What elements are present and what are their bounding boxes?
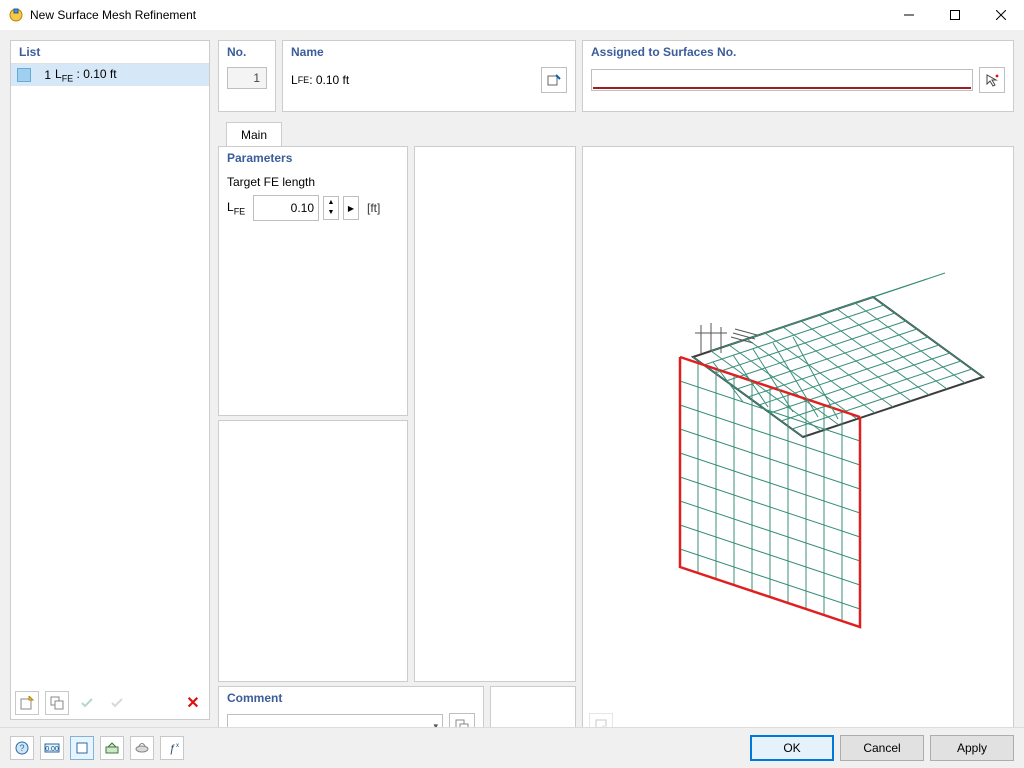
lfe-symbol: LFE bbox=[227, 200, 249, 216]
list-toolbar: ✕ bbox=[15, 691, 205, 715]
minimize-button[interactable] bbox=[886, 0, 932, 30]
apply-button[interactable]: Apply bbox=[930, 735, 1014, 761]
tab-strip: Main bbox=[218, 120, 1012, 146]
delete-icon: ✕ bbox=[186, 693, 199, 713]
target-fe-length-label: Target FE length bbox=[227, 175, 399, 189]
units-button[interactable]: 0.00 bbox=[40, 736, 64, 760]
lfe-slider-button[interactable]: ▶ bbox=[343, 196, 359, 220]
comment-title: Comment bbox=[219, 687, 483, 709]
copy-item-button[interactable] bbox=[45, 691, 69, 715]
function-button[interactable]: ƒx bbox=[160, 736, 184, 760]
parameters-title: Parameters bbox=[219, 147, 407, 169]
pick-surfaces-button[interactable] bbox=[979, 67, 1005, 93]
name-field[interactable]: LFE : 0.10 ft bbox=[291, 69, 535, 91]
validation-underline bbox=[593, 87, 971, 89]
window-title: New Surface Mesh Refinement bbox=[30, 8, 196, 22]
view-options-button[interactable] bbox=[130, 736, 154, 760]
check-all-button bbox=[75, 691, 99, 715]
list-item-color-swatch bbox=[17, 68, 31, 82]
maximize-button[interactable] bbox=[932, 0, 978, 30]
spinner-down-icon: ▼ bbox=[324, 207, 338, 217]
assigned-surfaces-input-wrap bbox=[591, 69, 973, 91]
ok-button[interactable]: OK bbox=[750, 735, 834, 761]
delete-item-button[interactable]: ✕ bbox=[181, 691, 205, 715]
lfe-spinner[interactable]: ▲ ▼ bbox=[323, 196, 339, 220]
lfe-unit: [ft] bbox=[367, 201, 380, 215]
svg-text:?: ? bbox=[19, 743, 24, 753]
help-button[interactable]: ? bbox=[10, 736, 34, 760]
mesh-preview-illustration bbox=[583, 147, 1013, 707]
svg-text:x: x bbox=[176, 743, 179, 749]
number-group: No. bbox=[218, 40, 276, 112]
app-icon bbox=[8, 7, 24, 23]
new-item-button[interactable] bbox=[15, 691, 39, 715]
show-selection-button[interactable] bbox=[100, 736, 124, 760]
preview-panel bbox=[582, 146, 1014, 744]
uncheck-all-button bbox=[105, 691, 129, 715]
middle-panel bbox=[414, 146, 576, 682]
parameters-secondary-panel bbox=[218, 420, 408, 682]
close-button[interactable] bbox=[978, 0, 1024, 30]
title-bar: New Surface Mesh Refinement bbox=[0, 0, 1024, 31]
lfe-value-input[interactable] bbox=[253, 195, 319, 221]
number-label: No. bbox=[219, 41, 275, 63]
list-item-index: 1 bbox=[35, 68, 51, 82]
assigned-surfaces-group: Assigned to Surfaces No. bbox=[582, 40, 1014, 112]
number-field[interactable] bbox=[227, 67, 267, 89]
spinner-up-icon: ▲ bbox=[324, 197, 338, 207]
svg-text:0.00: 0.00 bbox=[45, 746, 59, 753]
list-item-label: LFE : 0.10 ft bbox=[55, 67, 117, 83]
svg-text:ƒ: ƒ bbox=[169, 743, 175, 755]
cancel-button[interactable]: Cancel bbox=[840, 735, 924, 761]
edit-name-button[interactable] bbox=[541, 67, 567, 93]
name-group: Name LFE : 0.10 ft bbox=[282, 40, 576, 112]
list-header: List bbox=[11, 41, 209, 64]
name-label: Name bbox=[283, 41, 575, 63]
toggle-display-button[interactable] bbox=[70, 736, 94, 760]
dialog-bottom-bar: ? 0.00 ƒx OK Cancel Apply bbox=[0, 727, 1024, 768]
dialog-client: List 1 LFE : 0.10 ft ✕ No. bbox=[0, 30, 1024, 768]
definitions-list-panel: List 1 LFE : 0.10 ft ✕ bbox=[10, 40, 210, 720]
list-item[interactable]: 1 LFE : 0.10 ft bbox=[11, 64, 209, 86]
assigned-surfaces-label: Assigned to Surfaces No. bbox=[583, 41, 1013, 63]
parameters-group: Parameters Target FE length LFE ▲ ▼ ▶ [f… bbox=[218, 146, 408, 416]
tab-main[interactable]: Main bbox=[226, 122, 282, 147]
